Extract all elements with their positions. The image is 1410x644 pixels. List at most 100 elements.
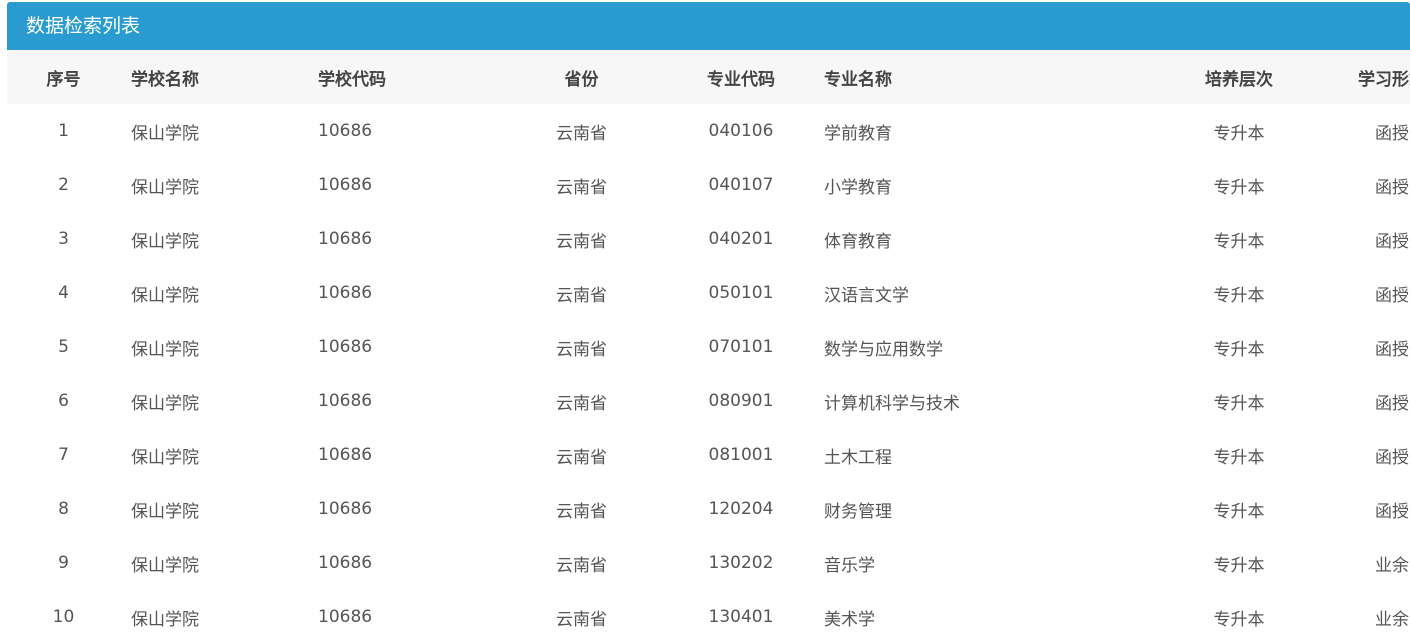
table-row: 6 保山学院 10686 云南省 080901 计算机科学与技术 专升本 函授 bbox=[7, 374, 1410, 428]
cell-major-code: 120204 bbox=[708, 499, 774, 519]
cell-major-code: 050101 bbox=[708, 283, 774, 303]
cell-level: 专升本 bbox=[1213, 231, 1265, 252]
cell-study-mode: 函授 bbox=[1375, 501, 1409, 522]
column-header-major-code: 专业代码 bbox=[707, 69, 775, 90]
cell-school-name: 保山学院 bbox=[131, 177, 199, 198]
cell-study-mode: 函授 bbox=[1375, 231, 1409, 252]
table-row: 7 保山学院 10686 云南省 081001 土木工程 专升本 函授 bbox=[7, 428, 1410, 482]
cell-school-code: 10686 bbox=[318, 445, 373, 465]
column-header-study-mode: 学习形式 bbox=[1358, 69, 1410, 90]
cell-major-code: 130401 bbox=[708, 607, 774, 627]
cell-school-name: 保山学院 bbox=[131, 231, 199, 252]
column-header-level: 培养层次 bbox=[1205, 69, 1273, 90]
cell-school-name: 保山学院 bbox=[131, 393, 199, 414]
cell-province: 云南省 bbox=[556, 285, 607, 306]
cell-major-code: 070101 bbox=[708, 337, 774, 357]
data-search-panel: 数据检索列表 序号 学校名称 学校代码 省份 专业代码 专业名称 培养层次 学习… bbox=[7, 2, 1410, 644]
cell-province: 云南省 bbox=[556, 339, 607, 360]
table-header-row: 序号 学校名称 学校代码 省份 专业代码 专业名称 培养层次 学习形式 bbox=[7, 50, 1410, 104]
cell-level: 专升本 bbox=[1213, 123, 1265, 144]
cell-province: 云南省 bbox=[556, 177, 607, 198]
cell-school-code: 10686 bbox=[318, 499, 373, 519]
cell-level: 专升本 bbox=[1213, 555, 1265, 576]
cell-province: 云南省 bbox=[556, 231, 607, 252]
cell-province: 云南省 bbox=[556, 501, 607, 522]
column-header-index: 序号 bbox=[46, 69, 81, 90]
cell-index: 8 bbox=[58, 499, 69, 519]
cell-index: 4 bbox=[58, 283, 69, 303]
cell-school-name: 保山学院 bbox=[131, 285, 199, 306]
table-row: 10 保山学院 10686 云南省 130401 美术学 专升本 业余 bbox=[7, 590, 1410, 644]
cell-major-name: 小学教育 bbox=[824, 177, 892, 198]
cell-study-mode: 函授 bbox=[1375, 123, 1409, 144]
cell-level: 专升本 bbox=[1213, 609, 1265, 630]
cell-school-code: 10686 bbox=[318, 391, 373, 411]
cell-level: 专升本 bbox=[1213, 285, 1265, 306]
cell-province: 云南省 bbox=[556, 555, 607, 576]
cell-study-mode: 业余 bbox=[1375, 609, 1409, 630]
table-row: 8 保山学院 10686 云南省 120204 财务管理 专升本 函授 bbox=[7, 482, 1410, 536]
cell-index: 2 bbox=[58, 175, 69, 195]
cell-school-code: 10686 bbox=[318, 283, 373, 303]
table-row: 4 保山学院 10686 云南省 050101 汉语言文学 专升本 函授 bbox=[7, 266, 1410, 320]
cell-study-mode: 函授 bbox=[1375, 447, 1409, 468]
cell-school-code: 10686 bbox=[318, 337, 373, 357]
cell-study-mode: 函授 bbox=[1375, 393, 1409, 414]
cell-major-code: 130202 bbox=[708, 553, 774, 573]
cell-index: 6 bbox=[58, 391, 69, 411]
cell-school-name: 保山学院 bbox=[131, 123, 199, 144]
cell-major-name: 体育教育 bbox=[824, 231, 892, 252]
cell-major-code: 040106 bbox=[708, 121, 774, 141]
cell-major-code: 081001 bbox=[708, 445, 774, 465]
cell-index: 7 bbox=[58, 445, 69, 465]
cell-school-code: 10686 bbox=[318, 175, 373, 195]
table-row: 5 保山学院 10686 云南省 070101 数学与应用数学 专升本 函授 bbox=[7, 320, 1410, 374]
cell-school-name: 保山学院 bbox=[131, 555, 199, 576]
cell-major-name: 财务管理 bbox=[824, 501, 892, 522]
cell-school-name: 保山学院 bbox=[131, 501, 199, 522]
cell-major-name: 汉语言文学 bbox=[824, 285, 909, 306]
cell-school-code: 10686 bbox=[318, 121, 373, 141]
cell-study-mode: 函授 bbox=[1375, 177, 1409, 198]
cell-province: 云南省 bbox=[556, 447, 607, 468]
cell-index: 9 bbox=[58, 553, 69, 573]
cell-major-code: 080901 bbox=[708, 391, 774, 411]
cell-level: 专升本 bbox=[1213, 177, 1265, 198]
cell-major-code: 040107 bbox=[708, 175, 774, 195]
cell-index: 3 bbox=[58, 229, 69, 249]
cell-major-name: 学前教育 bbox=[824, 123, 892, 144]
table-header: 序号 学校名称 学校代码 省份 专业代码 专业名称 培养层次 学习形式 bbox=[7, 50, 1410, 104]
cell-study-mode: 函授 bbox=[1375, 285, 1409, 306]
column-header-school-code: 学校代码 bbox=[318, 69, 386, 90]
cell-major-name: 计算机科学与技术 bbox=[824, 393, 960, 414]
table-row: 3 保山学院 10686 云南省 040201 体育教育 专升本 函授 bbox=[7, 212, 1410, 266]
cell-province: 云南省 bbox=[556, 123, 607, 144]
cell-study-mode: 业余 bbox=[1375, 555, 1409, 576]
cell-school-code: 10686 bbox=[318, 553, 373, 573]
panel-title: 数据检索列表 bbox=[7, 2, 1410, 50]
cell-school-name: 保山学院 bbox=[131, 447, 199, 468]
cell-major-code: 040201 bbox=[708, 229, 774, 249]
cell-province: 云南省 bbox=[556, 609, 607, 630]
cell-level: 专升本 bbox=[1213, 339, 1265, 360]
cell-major-name: 土木工程 bbox=[824, 447, 892, 468]
cell-index: 1 bbox=[58, 121, 69, 141]
cell-major-name: 美术学 bbox=[824, 609, 875, 630]
cell-index: 5 bbox=[58, 337, 69, 357]
column-header-school-name: 学校名称 bbox=[131, 69, 199, 90]
cell-study-mode: 函授 bbox=[1375, 339, 1409, 360]
table-body: 1 保山学院 10686 云南省 040106 学前教育 专升本 函授 2 保山学院 10686 云南… bbox=[7, 104, 1410, 644]
results-table: 序号 学校名称 学校代码 省份 专业代码 专业名称 培养层次 学习形式 1 保山学… bbox=[7, 50, 1410, 644]
table-row: 1 保山学院 10686 云南省 040106 学前教育 专升本 函授 bbox=[7, 104, 1410, 158]
cell-major-name: 数学与应用数学 bbox=[824, 339, 943, 360]
table-row: 9 保山学院 10686 云南省 130202 音乐学 专升本 业余 bbox=[7, 536, 1410, 590]
cell-school-name: 保山学院 bbox=[131, 339, 199, 360]
cell-level: 专升本 bbox=[1213, 393, 1265, 414]
cell-major-name: 音乐学 bbox=[824, 555, 875, 576]
cell-level: 专升本 bbox=[1213, 447, 1265, 468]
cell-level: 专升本 bbox=[1213, 501, 1265, 522]
column-header-province: 省份 bbox=[564, 69, 599, 90]
cell-index: 10 bbox=[52, 607, 75, 627]
cell-school-name: 保山学院 bbox=[131, 609, 199, 630]
column-header-major-name: 专业名称 bbox=[824, 69, 892, 90]
